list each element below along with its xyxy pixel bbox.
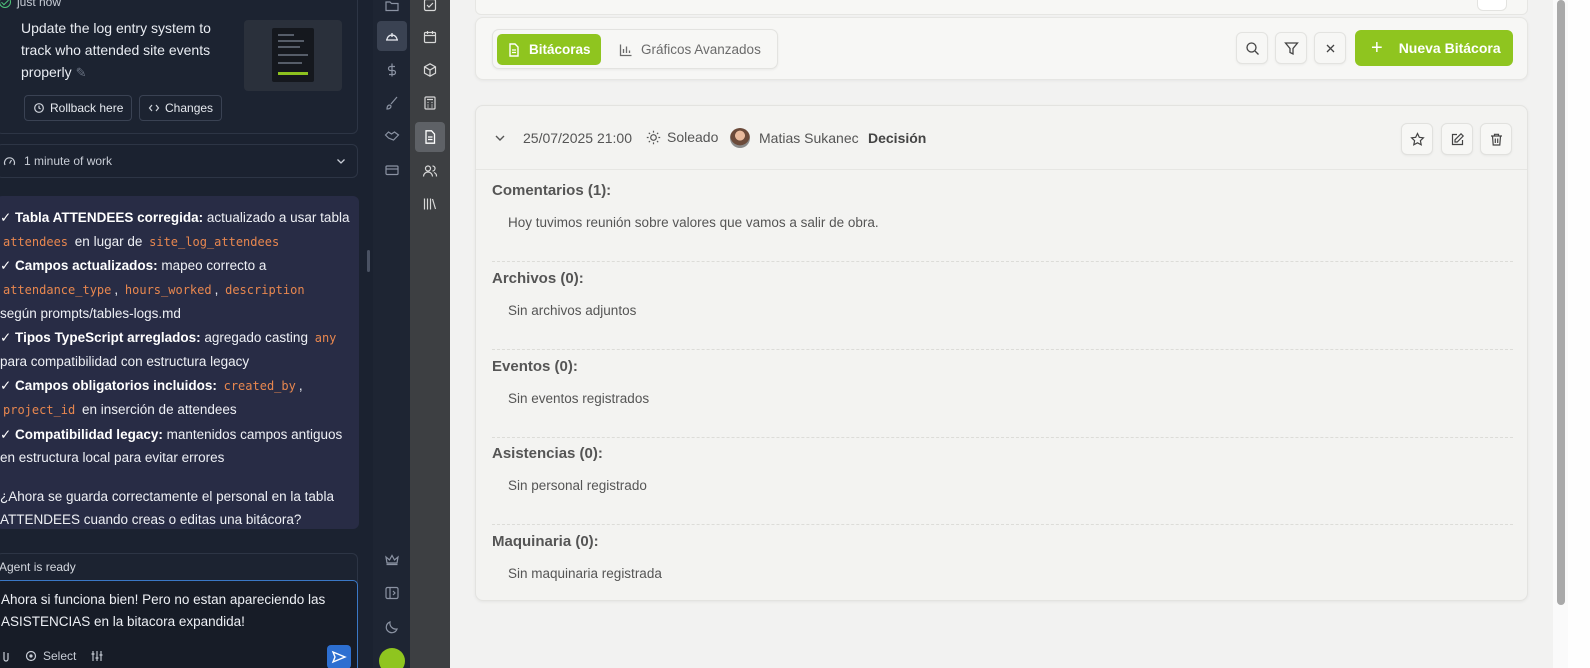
new-logbook-button[interactable]: + Nueva Bitácora [1355, 30, 1513, 66]
library-icon[interactable] [415, 189, 445, 219]
entry-type: Decisión [868, 130, 927, 146]
changes-button[interactable]: Changes [139, 95, 223, 121]
delete-button[interactable] [1480, 123, 1512, 155]
send-button[interactable] [327, 645, 351, 668]
section-eventos: Eventos (0): Sin eventos registrados [492, 358, 1513, 438]
chevron-down-icon [337, 159, 345, 164]
composer: Agent is ready Ahora si funciona bien! P… [0, 553, 358, 668]
gauge-icon [3, 156, 16, 165]
moon-icon[interactable] [377, 612, 407, 642]
section-comentarios: Comentarios (1): Hoy tuvimos reunión sob… [492, 182, 1513, 262]
bar-chart-icon [619, 44, 632, 56]
filter-icon [1283, 41, 1299, 55]
crown-icon[interactable] [377, 545, 407, 575]
trash-icon [1490, 133, 1502, 146]
checkpoint-card: just now Update the log entry system to … [0, 0, 358, 134]
rollback-button[interactable]: Rollback here [24, 95, 133, 121]
avatar [730, 128, 750, 148]
agent-panel: just now Update the log entry system to … [0, 0, 373, 668]
target-icon [25, 650, 37, 662]
message-input-value[interactable]: Ahora si funciona bien! Pero no estan ap… [0, 589, 347, 633]
agent-status: Agent is ready [0, 560, 76, 574]
close-icon [1326, 44, 1334, 52]
document-icon [509, 42, 519, 57]
brush-icon[interactable] [377, 88, 407, 118]
composer-tools: Select [1, 649, 104, 663]
sun-icon [646, 130, 661, 144]
box-icon[interactable] [415, 55, 445, 85]
select-button[interactable]: Select [25, 649, 76, 663]
logbook-entry-card: 25/07/2025 21:00 Soleado Matias Sukanec … [475, 105, 1528, 601]
tab-graficos-avanzados[interactable]: Gráficos Avanzados [609, 34, 771, 65]
chevron-down-icon[interactable] [493, 131, 507, 145]
header-card [475, 0, 1528, 15]
attach-icon[interactable] [1, 650, 11, 662]
edit-button[interactable] [1441, 123, 1473, 155]
users-icon[interactable] [415, 156, 445, 186]
checkpoint-message: Update the log entry system to track who… [21, 17, 231, 84]
plus-icon: + [1371, 37, 1383, 59]
main-content: Bitácoras Gráficos Avanzados + Nueva Bit… [450, 0, 1553, 668]
panel-resize-handle[interactable] [367, 250, 370, 272]
hard-hat-icon[interactable] [377, 21, 407, 51]
sliders-icon[interactable] [90, 650, 104, 662]
section-asistencias: Asistencias (0): Sin personal registrado [492, 445, 1513, 525]
scrollbar[interactable] [1553, 0, 1568, 668]
pencil-icon[interactable]: ✎ [76, 62, 87, 84]
filter-button[interactable] [1275, 32, 1307, 64]
entry-header[interactable]: 25/07/2025 21:00 Soleado Matias Sukanec … [476, 106, 1527, 170]
sidebar-toggle-icon[interactable] [377, 578, 407, 608]
icon-rail [373, 0, 410, 668]
checklist-icon[interactable] [415, 0, 445, 20]
logbook-toolbar: Bitácoras Gráficos Avanzados + Nueva Bit… [475, 17, 1528, 80]
code-icon [148, 104, 160, 112]
handshake-icon[interactable] [377, 121, 407, 151]
entry-author: Matias Sukanec [730, 128, 859, 148]
section-archivos: Archivos (0): Sin archivos adjuntos [492, 270, 1513, 350]
folder-icon[interactable] [377, 0, 407, 20]
clear-button[interactable] [1314, 32, 1346, 64]
calendar-icon[interactable] [415, 22, 445, 52]
credit-card-icon[interactable] [377, 155, 407, 185]
calculator-icon[interactable] [415, 88, 445, 118]
agent-summary-message: ✓ Tabla ATTENDEES corregida: actualizado… [0, 196, 359, 529]
view-tabs: Bitácoras Gráficos Avanzados [492, 29, 778, 69]
document-icon[interactable] [415, 122, 445, 152]
search-icon [1245, 41, 1259, 55]
work-duration-toggle[interactable]: 1 minute of work [0, 144, 358, 178]
tab-bitacoras[interactable]: Bitácoras [497, 34, 601, 65]
history-icon [34, 103, 44, 113]
checkpoint-thumbnail[interactable] [244, 20, 342, 91]
scrollbar-thumb[interactable] [1557, 0, 1565, 605]
entry-date: 25/07/2025 21:00 [523, 130, 632, 146]
checkpoint-time: just now [0, 0, 61, 9]
favorite-button[interactable] [1401, 123, 1433, 155]
section-maquinaria: Maquinaria (0): Sin maquinaria registrad… [492, 533, 662, 581]
dollar-icon[interactable] [377, 55, 407, 85]
window-edge [1568, 0, 1590, 668]
entry-weather: Soleado [646, 129, 718, 145]
edit-icon [1451, 132, 1464, 145]
send-icon [331, 650, 347, 664]
search-button[interactable] [1236, 32, 1268, 64]
module-rail [410, 0, 450, 668]
message-input[interactable]: Ahora si funciona bien! Pero no estan ap… [0, 580, 358, 668]
check-circle-icon [0, 0, 11, 8]
star-icon [1409, 131, 1425, 146]
user-avatar[interactable] [379, 648, 405, 668]
